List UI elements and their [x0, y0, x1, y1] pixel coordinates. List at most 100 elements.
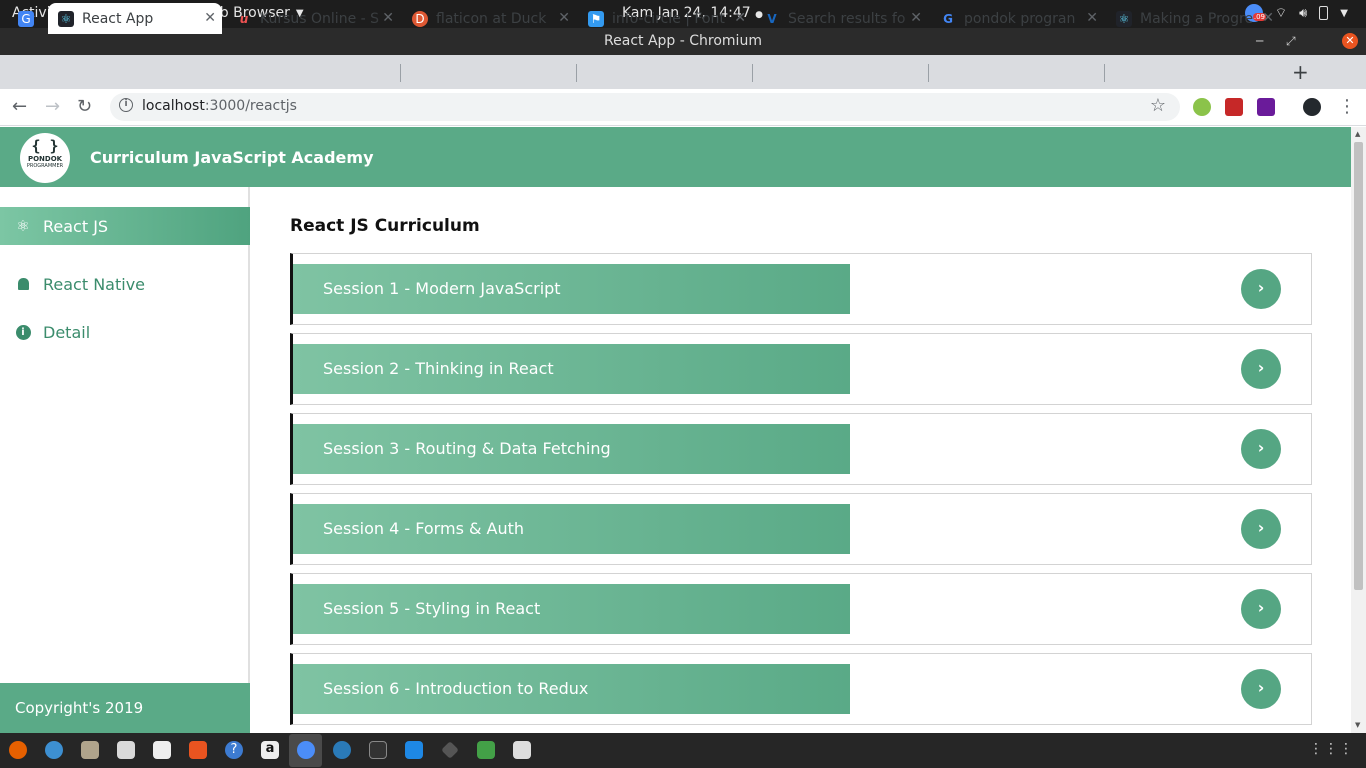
- udemy-icon: u: [239, 11, 249, 26]
- tab-separator: [576, 64, 577, 82]
- tab-title: React App: [82, 10, 154, 27]
- tab-title: Kursus Online - S: [260, 10, 380, 27]
- tab-separator: [400, 64, 401, 82]
- sidebar-item-react-native[interactable]: React Native: [0, 265, 250, 303]
- page-scrollbar[interactable]: ▲ ▼: [1351, 127, 1366, 733]
- sidebar-item-detail[interactable]: i Detail: [0, 313, 250, 351]
- sidebar: ⚛ React JS React Native i Detail: [0, 187, 250, 733]
- android-icon: [15, 278, 31, 290]
- main-content: React JS Curriculum Session 1 - Modern J…: [252, 187, 1351, 733]
- maximize-icon[interactable]: ⤢: [1286, 28, 1296, 54]
- tab-pinned-translate[interactable]: G: [8, 3, 50, 34]
- scroll-down-icon[interactable]: ▼: [1355, 721, 1360, 729]
- info-circle-icon: i: [15, 324, 31, 340]
- session-title: Session 4 - Forms & Auth: [293, 504, 850, 554]
- logo-subtitle: PROGRAMMER: [26, 163, 64, 169]
- software-center-icon[interactable]: [189, 741, 207, 759]
- chromium-dock-icon[interactable]: [297, 741, 315, 759]
- tab-strip: [0, 55, 1366, 89]
- close-tab-icon[interactable]: ✕: [734, 10, 746, 26]
- react-icon: ⚛: [58, 10, 74, 27]
- tab-react-app[interactable]: ⚛ React App ✕: [48, 3, 222, 34]
- tab-making-progress[interactable]: ⚛ Making a Progre ✕: [1106, 3, 1280, 34]
- tab-vuetify-search[interactable]: V Search results fo ✕: [754, 3, 928, 34]
- dock: ? a ⋮⋮⋮: [0, 733, 1366, 768]
- messaging-icon[interactable]: [333, 741, 351, 759]
- chevron-right-icon[interactable]: ›: [1241, 349, 1281, 389]
- address-bar[interactable]: i localhost:3000/reactjs ☆: [110, 93, 1180, 121]
- reload-icon[interactable]: ↻: [77, 96, 92, 117]
- google-icon: G: [943, 11, 953, 26]
- fontawesome-flag-icon: ⚑: [588, 10, 604, 27]
- react-icon: ⚛: [1116, 10, 1132, 27]
- pondok-programmer-logo[interactable]: { } PONDOK PROGRAMMER: [20, 133, 70, 183]
- tab-kursus-online[interactable]: u Kursus Online - S ✕: [226, 3, 400, 34]
- url-text: localhost:3000/reactjs: [142, 98, 297, 114]
- session-card[interactable]: Session 6 - Introduction to Redux ›: [290, 653, 1312, 725]
- firefox-icon[interactable]: [9, 741, 27, 759]
- amazon-icon[interactable]: a: [261, 741, 279, 759]
- new-tab-button[interactable]: +: [1292, 60, 1309, 84]
- session-title: Session 6 - Introduction to Redux: [293, 664, 850, 714]
- url-host: localhost: [142, 98, 205, 114]
- session-card[interactable]: Session 3 - Routing & Data Fetching ›: [290, 413, 1312, 485]
- archive-icon[interactable]: [513, 741, 531, 759]
- sidebar-item-label: React JS: [43, 216, 109, 236]
- sidebar-item-label: Detail: [43, 322, 91, 342]
- extension-icon[interactable]: [1257, 98, 1275, 116]
- app-header: { } PONDOK PROGRAMMER Curriculum JavaScr…: [0, 127, 1351, 187]
- close-tab-icon[interactable]: ✕: [558, 10, 570, 26]
- url-path: :3000/reactjs: [204, 98, 297, 114]
- tab-title: flaticon at Duck: [436, 10, 547, 27]
- volume-icon: 🔊︎: [1299, 5, 1308, 21]
- session-card[interactable]: Session 4 - Forms & Auth ›: [290, 493, 1312, 565]
- session-title: Session 1 - Modern JavaScript: [293, 264, 850, 314]
- node-extension-icon[interactable]: [1193, 98, 1211, 116]
- rhythmbox-icon[interactable]: [117, 741, 135, 759]
- redux-devtools-extension-icon[interactable]: [1225, 98, 1243, 116]
- copyright-text: Copyright's 2019: [15, 699, 144, 717]
- back-arrow-icon[interactable]: ←: [12, 96, 27, 117]
- vscode-icon[interactable]: [405, 741, 423, 759]
- sidebar-item-react-js[interactable]: ⚛ React JS: [0, 207, 250, 245]
- close-tab-icon[interactable]: ✕: [910, 10, 922, 26]
- show-applications-icon[interactable]: ⋮⋮⋮: [1309, 741, 1354, 757]
- more-menu-icon[interactable]: ⋮: [1338, 96, 1356, 117]
- close-tab-icon[interactable]: ✕: [1262, 10, 1274, 26]
- files-icon[interactable]: [81, 741, 99, 759]
- close-tab-icon[interactable]: ✕: [204, 10, 216, 26]
- chevron-right-icon[interactable]: ›: [1241, 589, 1281, 629]
- help-icon[interactable]: ?: [225, 741, 243, 759]
- tab-duckduckgo[interactable]: D flaticon at Duck ✕: [402, 3, 576, 34]
- forward-arrow-icon[interactable]: →: [45, 96, 60, 117]
- terminal-icon[interactable]: [369, 741, 387, 759]
- site-info-icon[interactable]: i: [119, 98, 133, 112]
- chevron-right-icon[interactable]: ›: [1241, 509, 1281, 549]
- app-title: Curriculum JavaScript Academy: [90, 148, 374, 167]
- calc-icon[interactable]: [477, 741, 495, 759]
- writer-icon[interactable]: [153, 741, 171, 759]
- session-card[interactable]: Session 1 - Modern JavaScript ›: [290, 253, 1312, 325]
- scrollbar-thumb[interactable]: [1354, 142, 1363, 590]
- react-atom-icon: ⚛: [16, 217, 30, 235]
- github-icon[interactable]: [1303, 98, 1321, 116]
- session-card[interactable]: Session 5 - Styling in React ›: [290, 573, 1312, 645]
- tab-separator: [1104, 64, 1105, 82]
- chevron-right-icon[interactable]: ›: [1241, 269, 1281, 309]
- close-tab-icon[interactable]: ✕: [1086, 10, 1098, 26]
- close-tab-icon[interactable]: ✕: [382, 10, 394, 26]
- tab-google-search[interactable]: G pondok progran ✕: [930, 3, 1104, 34]
- bookmark-star-icon[interactable]: ☆: [1150, 95, 1166, 116]
- tab-separator: [928, 64, 929, 82]
- close-window-icon[interactable]: ✕: [1342, 33, 1358, 49]
- inkscape-icon[interactable]: [441, 741, 459, 759]
- chevron-right-icon[interactable]: ›: [1241, 669, 1281, 709]
- tab-title: info-circle | Font: [612, 10, 725, 27]
- duckduckgo-icon: D: [412, 10, 428, 27]
- tab-fontawesome[interactable]: ⚑ info-circle | Font ✕: [578, 3, 752, 34]
- session-card[interactable]: Session 2 - Thinking in React ›: [290, 333, 1312, 405]
- thunderbird-icon[interactable]: [45, 741, 63, 759]
- chevron-right-icon[interactable]: ›: [1241, 429, 1281, 469]
- scroll-up-icon[interactable]: ▲: [1355, 130, 1360, 138]
- session-title: Session 3 - Routing & Data Fetching: [293, 424, 850, 474]
